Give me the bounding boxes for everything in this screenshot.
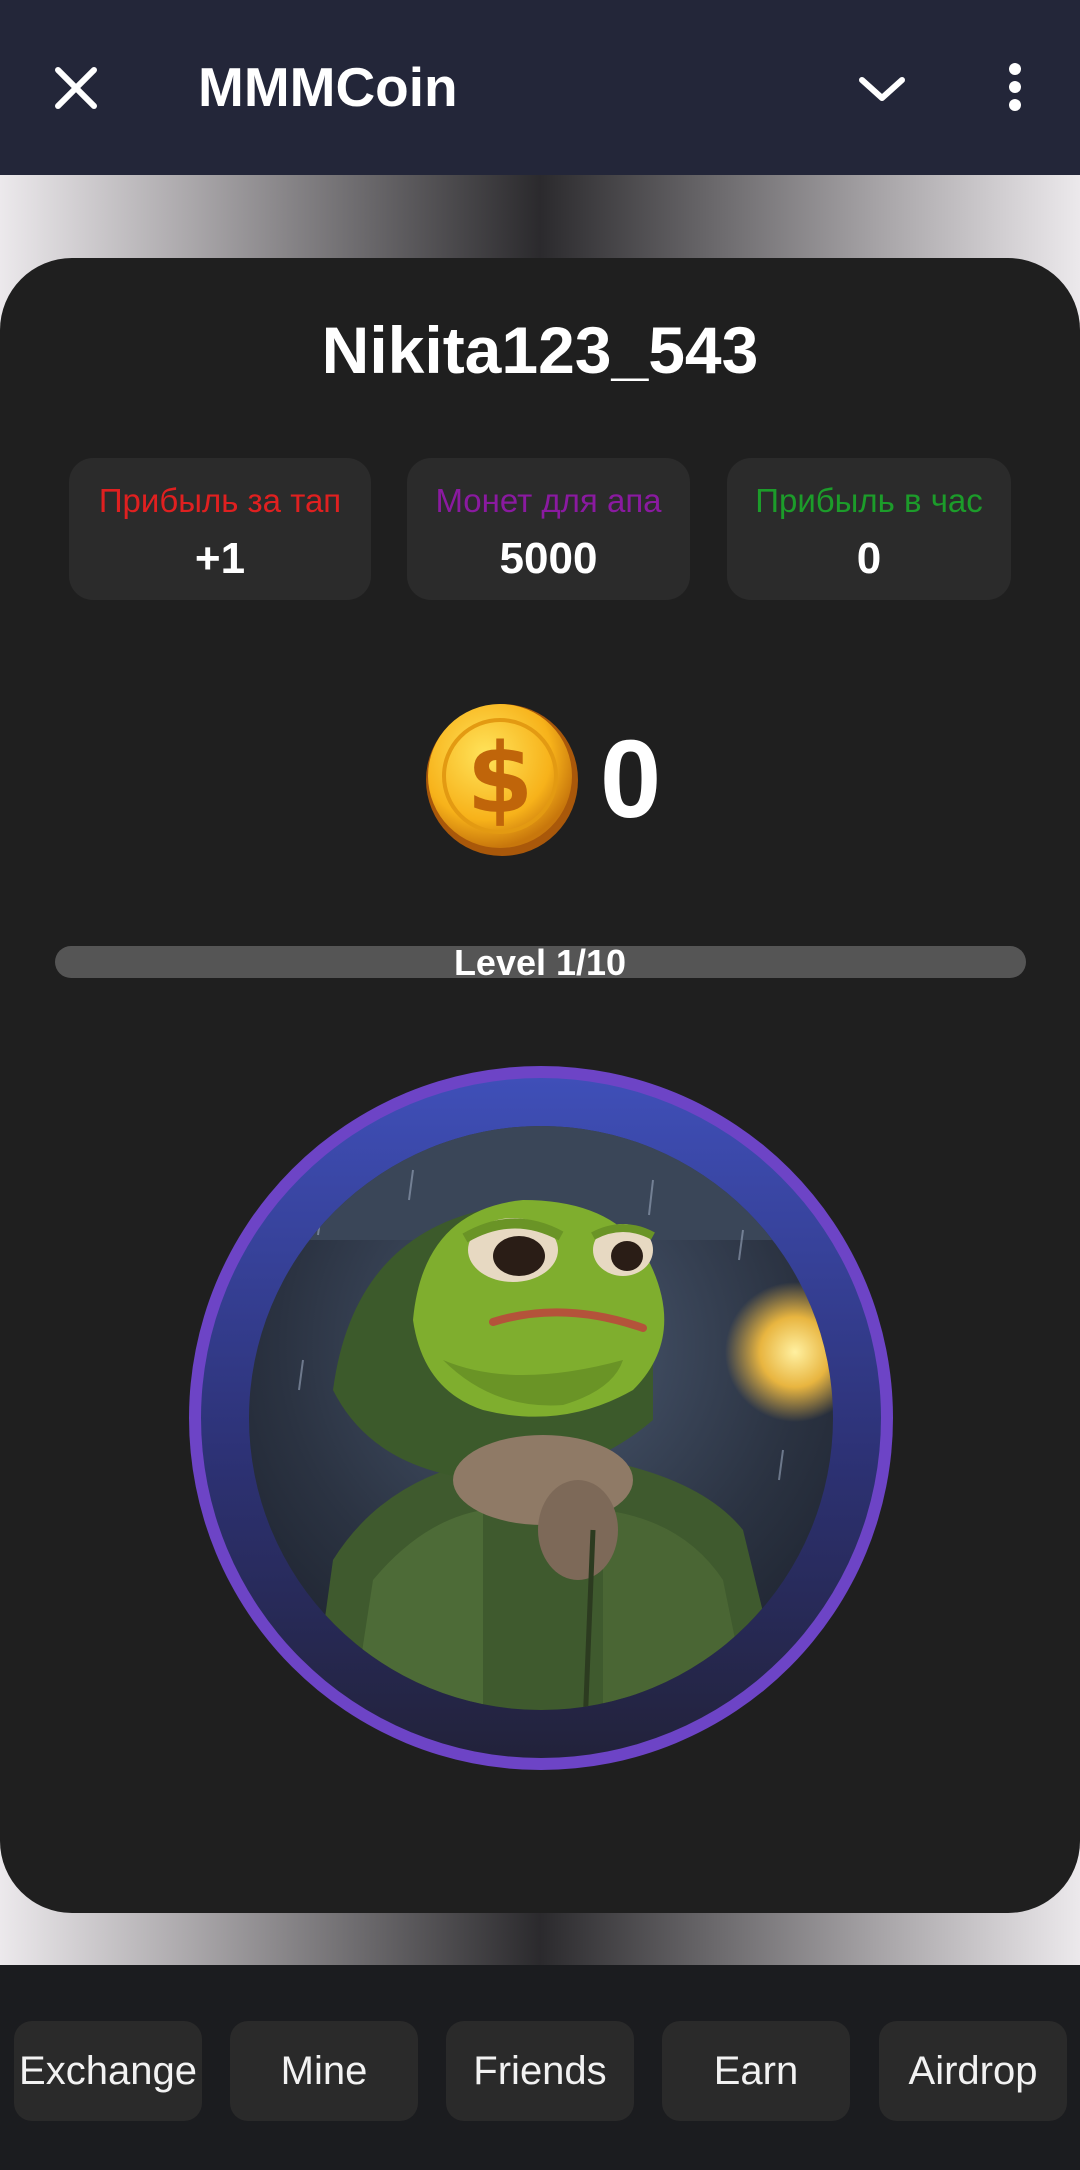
close-button[interactable] bbox=[36, 52, 116, 132]
frog-avatar-image bbox=[189, 1066, 893, 1770]
stat-coins-to-upgrade: Монет для апа 5000 bbox=[407, 458, 690, 600]
nav-airdrop[interactable]: Airdrop bbox=[879, 2021, 1067, 2121]
svg-text:$: $ bbox=[467, 723, 534, 835]
top-app-bar: MMMCoin bbox=[0, 0, 1080, 175]
collapse-button[interactable] bbox=[840, 52, 920, 132]
username: Nikita123_543 bbox=[321, 313, 759, 387]
stat-tap-profit: Прибыль за тап +1 bbox=[69, 458, 371, 600]
dollar-coin-icon: $ bbox=[426, 704, 578, 856]
chevron-down-icon bbox=[859, 77, 905, 101]
stat-hourly-profit: Прибыль в час 0 bbox=[727, 458, 1011, 600]
tap-avatar-button[interactable] bbox=[183, 1060, 899, 1776]
nav-exchange[interactable]: Exchange bbox=[14, 2021, 202, 2121]
more-vert-icon bbox=[1009, 63, 1021, 111]
stat-label: Прибыль в час bbox=[755, 482, 983, 519]
level-label: Level 1/10 bbox=[453, 942, 627, 983]
stat-label: Монет для апа bbox=[435, 482, 662, 519]
nav-friends[interactable]: Friends bbox=[446, 2021, 634, 2121]
balance-row: $ 0 bbox=[0, 700, 1080, 860]
close-icon bbox=[55, 67, 97, 109]
stat-value: 5000 bbox=[499, 534, 598, 583]
nav-mine[interactable]: Mine bbox=[230, 2021, 418, 2121]
stat-value: 0 bbox=[856, 534, 882, 583]
app-title: MMMCoin bbox=[198, 56, 458, 118]
more-options-button[interactable] bbox=[980, 52, 1050, 132]
balance-amount: 0 bbox=[600, 718, 662, 841]
nav-earn[interactable]: Earn bbox=[662, 2021, 850, 2121]
stat-value: +1 bbox=[194, 534, 246, 583]
stat-label: Прибыль за тап bbox=[98, 482, 342, 519]
